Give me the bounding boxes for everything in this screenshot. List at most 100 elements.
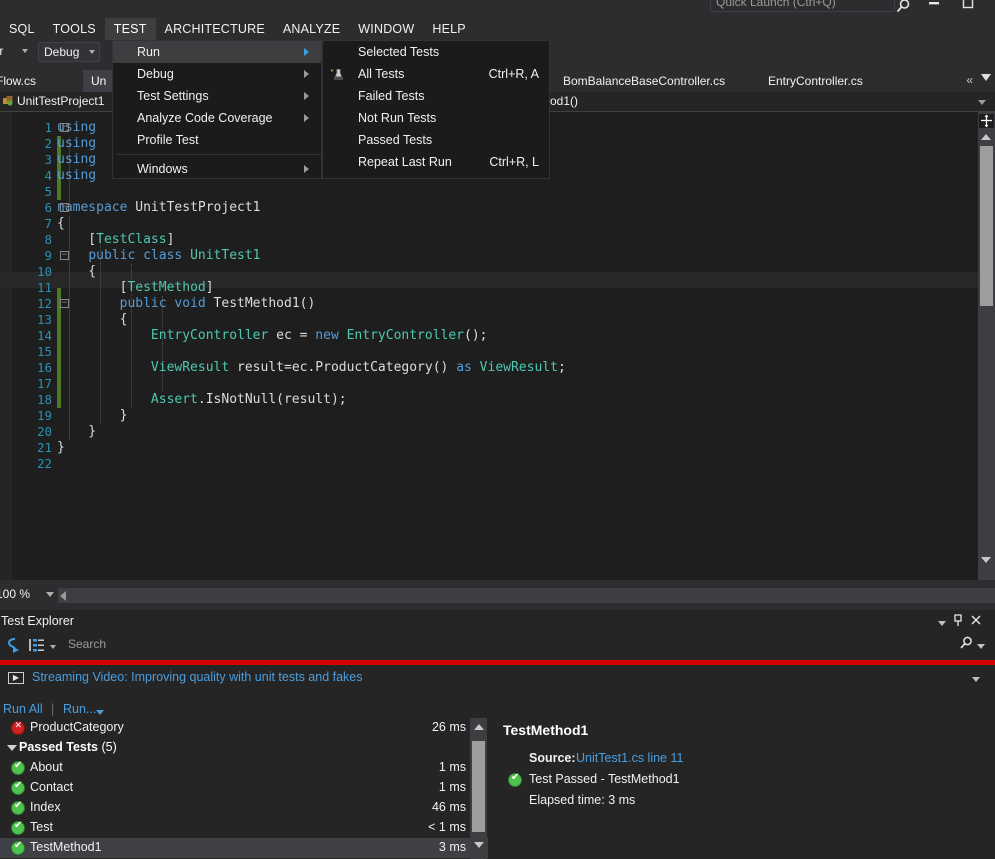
menu-item-windows[interactable]: Windows	[113, 158, 321, 180]
toolbar-explorer-label[interactable]: orer	[0, 44, 3, 58]
test-list-item[interactable]: Test < 1 ms	[0, 818, 488, 838]
code-editor[interactable]: using using using using namespace UnitTestPr…	[0, 112, 995, 580]
quick-launch-search-icon[interactable]	[894, 0, 912, 15]
test-list-scroll-down-icon[interactable]	[474, 842, 484, 848]
editor-split-handle[interactable]	[979, 114, 994, 128]
code-line[interactable]: {	[57, 264, 96, 280]
code-line[interactable]: }	[57, 440, 65, 456]
code-line[interactable]: {	[57, 312, 128, 328]
menu-architecture[interactable]: ARCHITECTURE	[156, 18, 274, 40]
play-icon[interactable]: ▶	[8, 672, 24, 684]
test-explorer-toolbar: Search	[0, 632, 995, 658]
navbar-member-caret-icon[interactable]	[978, 100, 986, 105]
pin-icon[interactable]	[952, 614, 964, 630]
menu-analyze[interactable]: ANALYZE	[274, 18, 349, 40]
run-dropdown-caret-icon[interactable]	[96, 710, 104, 715]
menu-window[interactable]: WINDOW	[349, 18, 423, 40]
quick-launch-input[interactable]: Quick Launch (Ctrl+Q)	[710, 0, 895, 12]
code-line[interactable]: [TestMethod]	[57, 280, 214, 296]
tab-overflow-icon[interactable]: «	[966, 73, 973, 87]
submenu-item-all-tests[interactable]: All Tests Ctrl+R, A	[323, 63, 549, 85]
menu-item-analyze-code-coverage[interactable]: Analyze Code Coverage	[113, 107, 321, 129]
test-list-scroll-thumb[interactable]	[472, 741, 485, 832]
streaming-video-link[interactable]: Streaming Video: Improving quality with …	[32, 670, 363, 684]
scroll-left-arrow-icon[interactable]	[60, 591, 66, 601]
test-list-item[interactable]: ProductCategory 26 ms	[0, 718, 488, 738]
panel-menu-caret-icon[interactable]	[938, 621, 946, 626]
submenu-item-not-run-tests[interactable]: Not Run Tests	[323, 107, 549, 129]
video-panel-caret-icon[interactable]	[972, 677, 980, 682]
group-by-caret-icon[interactable]	[50, 645, 56, 649]
test-duration: 1 ms	[438, 760, 466, 774]
scroll-down-arrow-icon[interactable]	[981, 557, 991, 563]
scroll-up-arrow-icon[interactable]	[981, 134, 991, 140]
code-line[interactable]: Assert.IsNotNull(result);	[57, 392, 347, 408]
test-passed-icon	[11, 840, 25, 855]
code-line[interactable]: public class UnitTest1	[57, 248, 260, 264]
tab-entrycontroller-cs[interactable]: EntryController.cs	[760, 70, 871, 92]
collapse-icon[interactable]: −	[60, 203, 69, 212]
code-line[interactable]: [TestClass]	[57, 232, 174, 248]
submenu-item-failed-tests[interactable]: Failed Tests	[323, 85, 549, 107]
test-list-item[interactable]: About 1 ms	[0, 758, 488, 778]
test-search-icon[interactable]	[958, 635, 974, 654]
solution-configuration-combo[interactable]: Debug	[38, 42, 100, 62]
test-group-header[interactable]: Passed Tests (5)	[0, 738, 488, 758]
search-options-caret-icon[interactable]	[977, 644, 985, 649]
submenu-item-passed-tests[interactable]: Passed Tests	[323, 129, 549, 151]
test-list-item[interactable]: Index 46 ms	[0, 798, 488, 818]
test-duration: 46 ms	[431, 800, 466, 814]
test-list-item[interactable]: Contact 1 ms	[0, 778, 488, 798]
submenu-item-selected-tests[interactable]: Selected Tests	[323, 41, 549, 63]
line-number: 10	[36, 264, 52, 279]
editor-scroll-thumb[interactable]	[980, 146, 993, 306]
test-menu-dropdown[interactable]: Run Debug Test Settings Analyze Code Cov…	[112, 40, 322, 179]
navbar-project-combo[interactable]: UnitTestProject1	[2, 94, 104, 108]
menu-item-test-settings[interactable]: Test Settings	[113, 85, 321, 107]
menu-item-run[interactable]: Run	[113, 41, 321, 63]
code-line[interactable]: {	[57, 216, 65, 232]
run-all-link[interactable]: Run All	[3, 702, 43, 716]
test-list[interactable]: ProductCategory 26 ms Passed Tests (5) Abou…	[0, 718, 488, 859]
menu-sql[interactable]: SQL	[0, 18, 44, 40]
code-line[interactable]: using	[57, 152, 96, 168]
tab-flow-cs[interactable]: Flow.cs	[0, 70, 60, 92]
code-line[interactable]: using	[57, 136, 96, 152]
run-tests-icon[interactable]	[4, 636, 22, 659]
close-icon[interactable]	[970, 613, 982, 629]
run-dropdown-link[interactable]: Run...	[63, 702, 96, 716]
collapse-icon[interactable]: −	[60, 251, 69, 260]
collapse-icon[interactable]: −	[60, 123, 69, 132]
code-line[interactable]: }	[57, 408, 128, 424]
editor-horizontal-scrollbar[interactable]	[58, 588, 995, 603]
toolbar-explorer-caret-icon[interactable]	[22, 49, 28, 53]
expand-triangle-icon[interactable]	[7, 745, 17, 751]
code-line[interactable]: }	[57, 424, 96, 440]
collapse-icon[interactable]: −	[60, 299, 69, 308]
menu-item-profile-test[interactable]: Profile Test	[113, 129, 321, 151]
code-line[interactable]: using	[57, 168, 96, 184]
code-line[interactable]: EntryController ec = new EntryController…	[57, 328, 488, 344]
test-list-scroll-up-icon[interactable]	[474, 724, 484, 730]
tab-bombalancebasecontroller-cs[interactable]: BomBalanceBaseController.cs	[555, 70, 734, 92]
code-line[interactable]: ViewResult result=ec.ProductCategory() a…	[57, 360, 566, 376]
run-submenu-dropdown[interactable]: Selected Tests All Tests Ctrl+R, A Faile…	[322, 40, 550, 179]
submenu-item-repeat-last-run[interactable]: Repeat Last Run Ctrl+R, L	[323, 151, 549, 173]
detail-source-link[interactable]: UnitTest1.cs line 11	[576, 751, 683, 765]
tab-list-dropdown-icon[interactable]	[981, 74, 991, 81]
test-list-item[interactable]: TestMethod1 3 ms	[0, 838, 488, 858]
group-by-icon[interactable]	[28, 636, 46, 659]
minimize-button[interactable]	[924, 0, 944, 13]
zoom-caret-icon[interactable]	[46, 592, 54, 597]
menu-help[interactable]: HELP	[423, 18, 474, 40]
editor-vertical-scrollbar[interactable]	[978, 112, 995, 580]
test-search-input[interactable]: Search	[68, 637, 106, 651]
code-line[interactable]: public void TestMethod1()	[57, 296, 316, 312]
menu-test[interactable]: TEST	[104, 18, 156, 40]
menu-item-debug[interactable]: Debug	[113, 63, 321, 85]
menu-tools[interactable]: TOOLS	[44, 18, 105, 40]
menu-item-label: Not Run Tests	[358, 111, 437, 125]
maximize-button[interactable]	[958, 0, 978, 13]
code-line[interactable]: namespace UnitTestProject1	[57, 200, 261, 216]
code-token: }	[57, 440, 65, 455]
